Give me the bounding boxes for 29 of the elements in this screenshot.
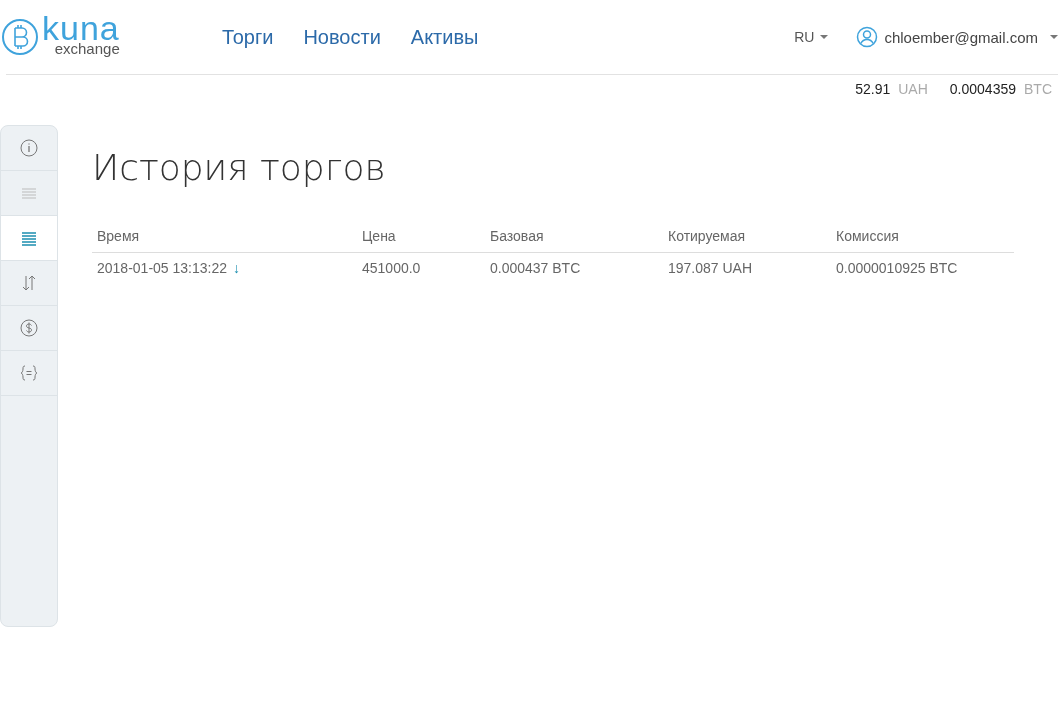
column-header: Время: [92, 228, 357, 253]
direction-arrow: ↓: [233, 260, 240, 276]
user-menu[interactable]: chloember@gmail.com: [856, 26, 1058, 48]
balance-amount: 0.0004359: [949, 81, 1016, 97]
info-icon: [17, 136, 41, 160]
dollar-icon: [17, 316, 41, 340]
currency-label: BTC: [1024, 81, 1052, 97]
caret-icon: [820, 35, 829, 39]
caret-icon: [1050, 35, 1058, 39]
column-header: Базовая: [485, 228, 663, 253]
balance-amount: 52.91: [855, 81, 891, 97]
table-cell: 0.0000010925 BTC: [831, 252, 1014, 283]
table-cell: 197.087 UAH: [663, 252, 831, 283]
table-cell: 2018-01-05 13:13:22: [97, 260, 227, 276]
column-header: Котируемая: [663, 228, 831, 253]
table-cell: 451000.0: [357, 252, 485, 283]
page-title: История торгов: [92, 147, 387, 188]
sidebar-tab[interactable]: [1, 216, 57, 261]
nav-link[interactable]: Торги: [222, 25, 274, 49]
currency-label: UAH: [898, 81, 928, 97]
nav-link[interactable]: Новости: [303, 25, 381, 49]
column-header: Цена: [357, 228, 485, 253]
language-dropdown[interactable]: RU: [794, 29, 829, 45]
column-header: Комиссия: [831, 228, 1014, 253]
logo-subtitle: exchange: [54, 40, 120, 56]
bitcoin-logo-icon: [0, 17, 40, 57]
user-icon: [856, 26, 879, 48]
nav-link[interactable]: Активы: [410, 25, 479, 49]
table-cell: 0.000437 BTC: [485, 252, 663, 283]
